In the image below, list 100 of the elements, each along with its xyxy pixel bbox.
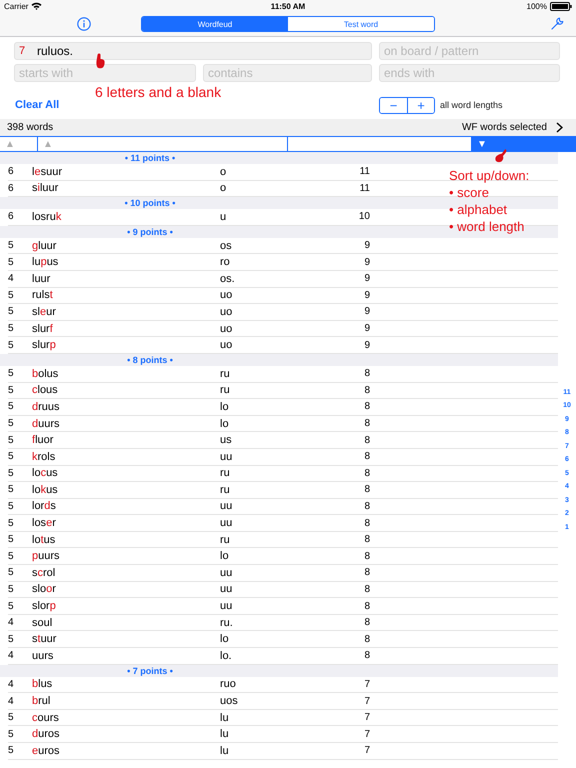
- word-cell-text: lesuur: [32, 166, 63, 178]
- length-cell-text: 4: [8, 273, 15, 284]
- length-cell-text: 5: [8, 384, 15, 396]
- letters-cell-text: lo.: [220, 650, 233, 662]
- letters-cell-text: lo: [220, 550, 230, 562]
- length-cell-text: 5: [8, 518, 15, 529]
- length-cell-text: 4: [8, 650, 15, 662]
- word-cell-text: slorp: [32, 600, 57, 612]
- length-cell-text: 5: [8, 712, 15, 724]
- info-icon[interactable]: [77, 17, 91, 31]
- score-cell-text: 9: [363, 240, 370, 252]
- wifi-icon: [31, 2, 42, 10]
- score-cell-text: 8: [363, 484, 370, 496]
- word-cell-text: duros: [32, 728, 61, 740]
- score-cell-text: 8: [363, 451, 370, 462]
- annotation-item: • word length: [449, 218, 526, 235]
- letters-cell-text: o: [220, 182, 228, 194]
- length-cell-text: 5: [8, 434, 15, 446]
- letters-cell-text: ru: [220, 484, 231, 496]
- wrench-icon[interactable]: [550, 17, 564, 31]
- score-cell-text: 9: [363, 323, 370, 334]
- score-cell-text: 8: [363, 534, 370, 546]
- word-cell-text: druus: [32, 400, 61, 413]
- length-cell-text: 5: [8, 728, 15, 740]
- letters-cell-text: uu: [220, 450, 234, 463]
- score-cell-text: 9: [363, 340, 370, 351]
- plus-button[interactable]: +: [407, 98, 434, 112]
- score-cell-text: 8: [363, 617, 370, 628]
- letters-cell-text: uu: [220, 566, 234, 579]
- word-cell-text: lotus: [32, 534, 56, 546]
- length-cell-text: 5: [8, 306, 15, 318]
- score-cell-text: 8: [363, 550, 370, 562]
- letters-cell-text: lo: [220, 400, 230, 413]
- length-cell-text: 4: [8, 678, 15, 690]
- sort-column-button[interactable]: ▼: [472, 137, 576, 151]
- length-cell-text: 5: [8, 240, 15, 252]
- section-title: • 10 points •: [124, 198, 176, 208]
- clear-all-button[interactable]: Clear All: [14, 99, 60, 111]
- segment-tab[interactable]: Wordfeud: [142, 17, 288, 31]
- length-cell-text: 5: [8, 401, 15, 412]
- word-cell-text: soul: [32, 616, 54, 629]
- score-cell-text: 7: [363, 728, 370, 740]
- score-cell-text: 8: [363, 567, 370, 578]
- score-cell-text: 8: [363, 518, 370, 529]
- length-cell-text: 5: [8, 256, 15, 268]
- letters-cell-text: uo: [220, 339, 234, 352]
- length-cell-text: 5: [8, 745, 15, 756]
- carrier-name: Carrier: [4, 2, 28, 10]
- word-cell-text: lokus: [32, 484, 59, 496]
- word-cell-text: blus: [32, 678, 54, 690]
- annotation-item: • alphabet: [449, 201, 508, 218]
- letters-field[interactable]: 7 ruluos.: [14, 42, 372, 60]
- battery-percent: 100%: [526, 2, 547, 10]
- length-cell-text: 5: [8, 567, 15, 578]
- letters-cell-text: uo: [220, 322, 234, 335]
- letters-cell-text: ro: [220, 256, 231, 268]
- length-cell-text: 5: [8, 468, 15, 479]
- word-length-label: all word lengths: [440, 100, 503, 110]
- score-cell-text: 7: [363, 678, 370, 690]
- length-cell-text: 5: [8, 584, 15, 595]
- length-cell-text: 5: [8, 451, 15, 462]
- word-cell-text: slurp: [32, 339, 57, 352]
- score-cell-text: 8: [363, 418, 370, 430]
- score-cell-text: 8: [363, 650, 370, 662]
- score-cell-text: 10: [358, 211, 370, 222]
- word-cell-text: luur: [32, 272, 52, 285]
- score-cell-text: 9: [363, 290, 370, 301]
- word-cell-text: sleur: [32, 306, 57, 318]
- letters-cell-text: us: [220, 434, 233, 446]
- letters-cell-text: ru: [220, 534, 231, 546]
- letters-cell-text: u: [220, 210, 228, 223]
- letters-cell-text: lo: [220, 418, 230, 430]
- score-cell-text: 8: [363, 600, 370, 612]
- word-cell-text: scrol: [32, 566, 56, 579]
- letters-cell-text: lo: [220, 633, 230, 646]
- length-cell-text: 4: [8, 617, 15, 628]
- word-cell-text: siluur: [32, 182, 60, 194]
- segment-tab[interactable]: Test word: [288, 17, 434, 31]
- letters-cell-text: lu: [220, 728, 230, 740]
- letters-cell-text: uu: [220, 500, 234, 512]
- word-count: 398 words: [7, 122, 54, 133]
- battery-icon: [550, 2, 572, 10]
- annotation-text: Sort up/down:: [449, 167, 530, 184]
- letters-cell-text: ru: [220, 368, 231, 380]
- length-cell-text: 5: [8, 550, 15, 562]
- length-cell-text: 6: [8, 211, 15, 222]
- word-cell-text: lupus: [32, 256, 60, 268]
- section-title: • 7 points •: [126, 666, 174, 676]
- score-cell-text: 8: [363, 384, 370, 396]
- length-cell-text: 6: [8, 182, 15, 194]
- selection-link[interactable]: WF words selected: [462, 122, 563, 133]
- score-cell-text: 9: [363, 273, 370, 284]
- length-cell-text: 5: [8, 500, 15, 512]
- letters-cell-text: lu: [220, 744, 230, 757]
- word-cell-text: duurs: [32, 418, 61, 430]
- word-cell-text: loser: [32, 517, 57, 530]
- letters-cell-text: uos: [220, 695, 239, 708]
- score-cell-text: 11: [358, 182, 370, 194]
- length-cell-text: 5: [8, 290, 15, 301]
- length-cell-text: 5: [8, 368, 15, 380]
